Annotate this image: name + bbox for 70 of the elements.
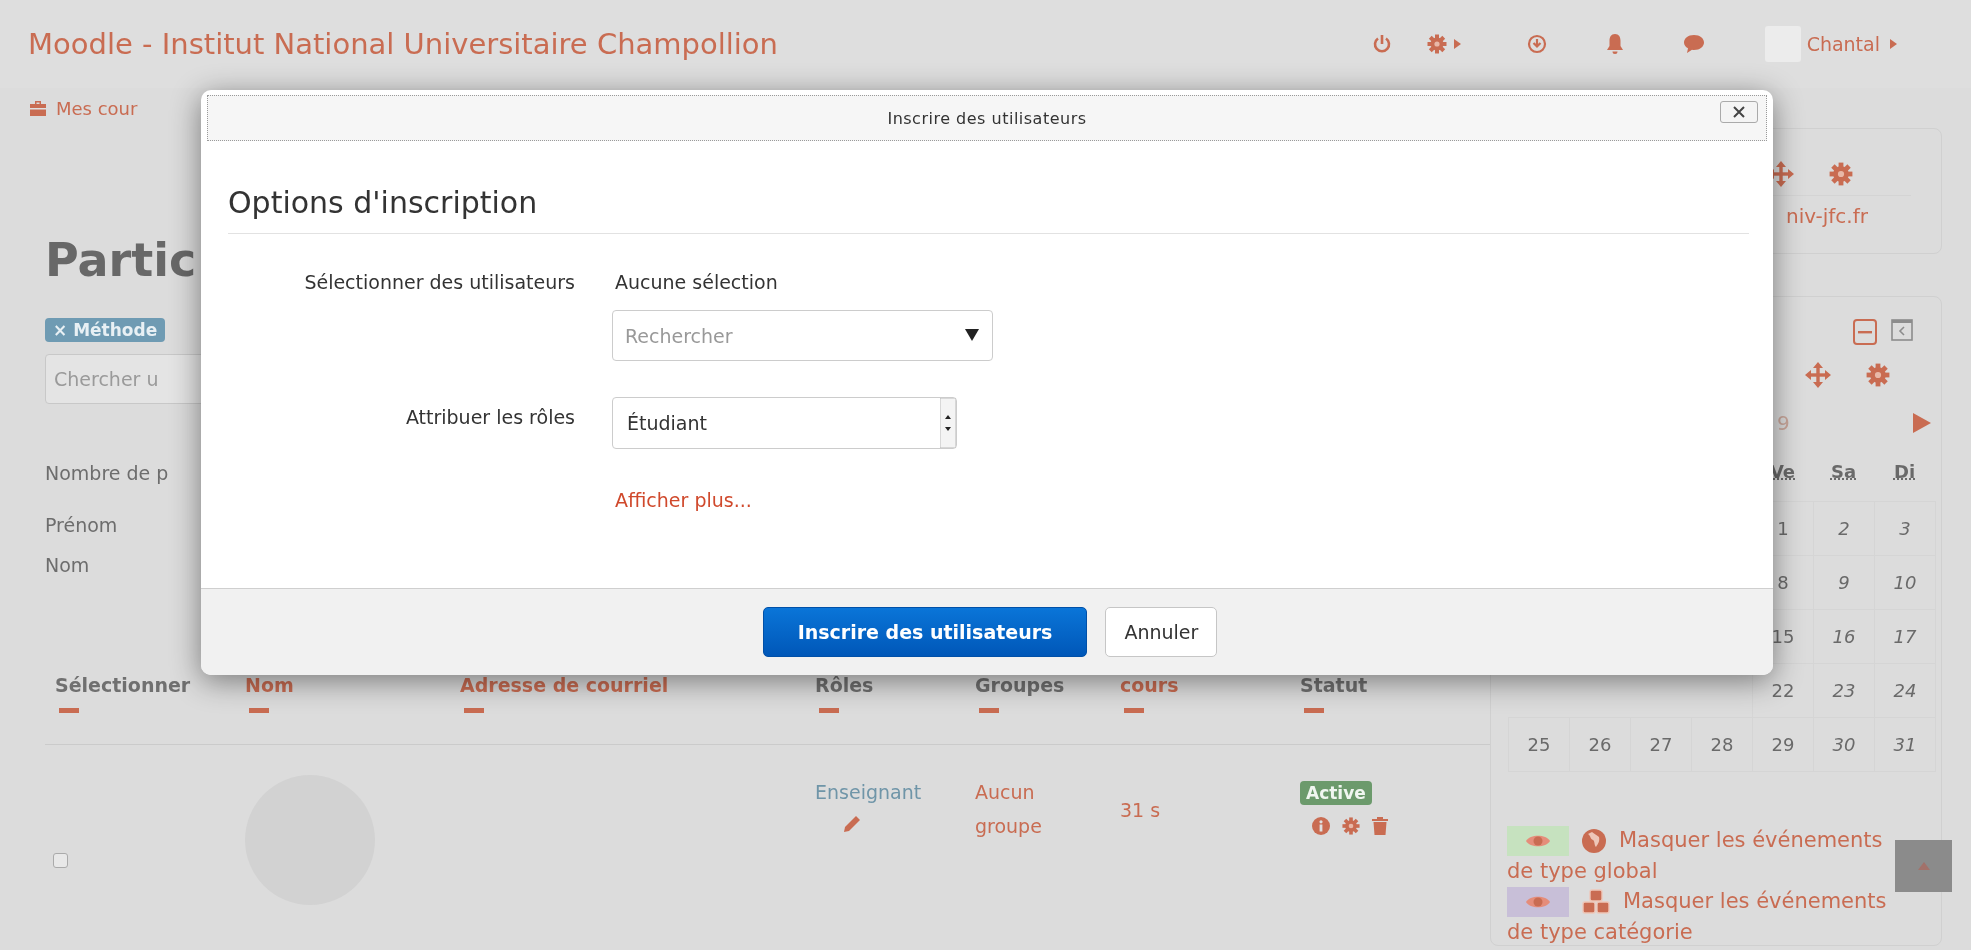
caret-icon[interactable] [1453,39,1461,49]
column-header: Statut [1300,674,1368,696]
settings-icon[interactable] [1866,363,1890,387]
pencil-icon[interactable] [843,815,861,833]
color-swatch[interactable] [1507,826,1569,856]
role-select[interactable]: Étudiant [612,397,957,449]
settings-icon[interactable] [1342,817,1360,835]
calendar-day[interactable]: 27 [1630,717,1692,772]
dialog-title: Inscrire des utilisateurs [887,108,1087,128]
field-label: Attribuer les rôles [404,405,575,430]
column-header[interactable]: Nom [245,674,294,696]
dropdown-icon[interactable] [965,328,979,342]
settings-icon[interactable] [1426,34,1447,54]
eye-icon [1525,834,1551,848]
role-link[interactable]: Enseignant [815,775,965,809]
calendar-day[interactable]: 28 [1691,717,1753,772]
filter-label: Prénom [45,513,119,538]
calendar-day[interactable]: 31 [1874,717,1936,772]
calendar-day[interactable]: 3 [1874,501,1936,556]
power-icon[interactable] [1372,34,1391,54]
chat-icon[interactable] [1682,34,1705,54]
boxes-icon [1581,889,1611,915]
dock-icon[interactable] [1891,319,1913,341]
trash-icon[interactable] [1372,817,1388,835]
briefcase-icon[interactable] [28,99,48,117]
filter-label: Nom [45,553,91,578]
download-icon[interactable] [1526,34,1547,54]
nav-link[interactable]: Mes cour [56,97,138,119]
site-title[interactable]: Moodle - Institut National Universitaire Champollion [28,27,778,61]
month-title: 9 [1777,411,1790,435]
dialog-heading: Options d'inscription [228,183,1749,234]
column-header: Sélectionner [55,674,191,696]
calendar-day[interactable]: 25 [1508,717,1570,772]
weekday-header: Di [1892,459,1917,484]
legend-link[interactable]: Masquer les événements de type global [1507,825,1893,886]
enrol-button[interactable]: Inscrire des utilisateurs [762,607,1088,657]
next-month-icon[interactable] [1913,413,1931,433]
move-icon[interactable] [1804,361,1832,389]
column-header[interactable]: Adresse de courriel [460,674,669,696]
select-arrows-icon[interactable] [940,398,956,448]
selection-text: Aucune sélection [615,270,778,295]
caret-icon[interactable] [1890,39,1897,49]
settings-icon[interactable] [1829,162,1853,186]
column-header: Rôles [815,674,874,696]
column-header[interactable]: cours [1120,674,1179,696]
filter-badge[interactable]: × Méthode [45,318,166,342]
globe-icon [1581,828,1607,854]
field-label: Sélectionner des utilisateurs [303,270,575,295]
close-icon [1733,106,1745,118]
last-access-text: 31 s [1120,799,1161,821]
eye-icon [1525,895,1551,909]
status-badge: Active [1300,781,1372,805]
close-button[interactable] [1720,101,1758,123]
color-swatch[interactable] [1507,887,1569,917]
calendar-day[interactable]: 26 [1569,717,1631,772]
info-icon[interactable] [1312,817,1330,835]
email-text: niv-jfc.fr [1785,204,1869,228]
page-heading: Partic [45,232,197,289]
legend-link[interactable]: Masquer les événements de type catégorie [1507,886,1893,947]
groups-text: Aucun groupe [975,780,1043,839]
user-menu-link[interactable]: Chantal [1806,33,1880,55]
bell-icon[interactable] [1604,33,1625,55]
weekday-header: Sa [1829,459,1858,484]
cancel-button[interactable]: Annuler [1105,607,1218,657]
search-field[interactable]: Rechercher [612,310,993,361]
show-more-link[interactable]: Afficher plus... [615,489,752,511]
count-label: Nombre de p [45,461,170,486]
row-checkbox[interactable] [53,853,68,868]
collapse-icon[interactable] [1853,319,1877,345]
column-header: Groupes [975,674,1065,696]
